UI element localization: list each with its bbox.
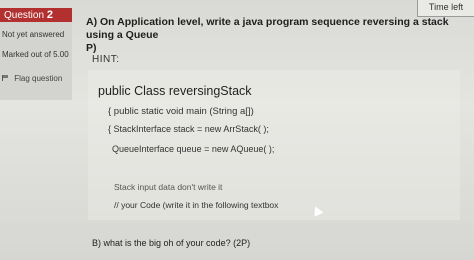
queue-declaration: QueueInterface queue = new AQueue( ); (112, 144, 275, 154)
main-declaration: { public static void main (String a[]) (108, 106, 254, 117)
stack-declaration: { StackInterface stack = new ArrStack( )… (108, 124, 269, 134)
question-part-b: B) what is the big oh of your code? (2P) (92, 238, 251, 248)
marks-info: Marked out of 5.00 (2, 50, 69, 59)
code-hint-box: public Class reversingStack { public sta… (88, 70, 460, 220)
your-code-comment: // your Code (write it in the following … (114, 200, 279, 210)
question-line-1: A) On Application level, write a java pr… (86, 16, 449, 41)
question-number-header: Question 2 (0, 8, 72, 22)
question-content: A) On Application level, write a java pr… (78, 6, 466, 256)
question-line-2: P) (86, 42, 97, 54)
question-prefix: Question (4, 10, 45, 21)
stack-input-note: Stack input data don't write it (114, 182, 223, 192)
flag-icon (2, 75, 9, 81)
quiz-page: Time left Question 2 Not yet answered Ma… (0, 0, 474, 260)
question-number: 2 (46, 9, 53, 21)
flag-question-label: Flag question (14, 74, 63, 83)
question-text: A) On Application level, write a java pr… (86, 16, 466, 55)
mouse-cursor-icon (312, 206, 320, 216)
class-declaration: public Class reversingStack (98, 84, 252, 98)
hint-label: HINT: (92, 54, 120, 65)
question-info-panel: Question 2 Not yet answered Marked out o… (0, 8, 72, 100)
answer-status: Not yet answered (2, 30, 65, 39)
flag-question-link[interactable]: Flag question (2, 74, 62, 83)
